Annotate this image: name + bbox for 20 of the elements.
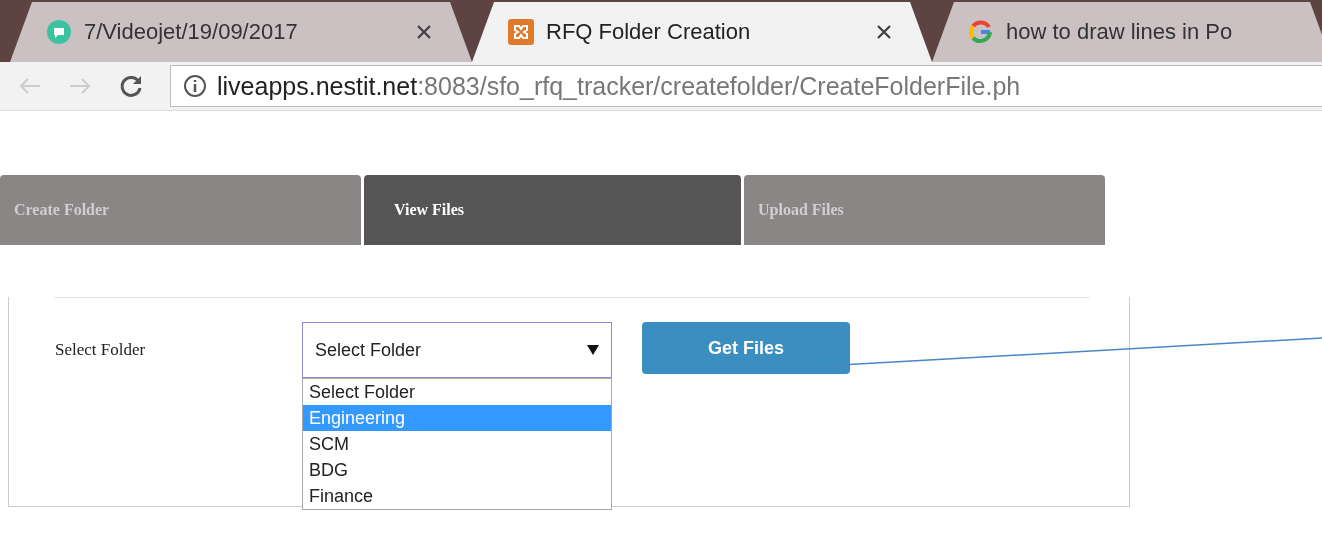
- reload-icon[interactable]: [118, 73, 144, 99]
- folder-select[interactable]: Select Folder: [302, 322, 612, 378]
- dropdown-option[interactable]: Select Folder: [303, 379, 611, 405]
- browser-tab[interactable]: how to draw lines in Po: [932, 2, 1322, 62]
- app-logo-icon: [508, 19, 534, 45]
- close-icon[interactable]: [876, 24, 892, 40]
- google-g-icon: [968, 19, 994, 45]
- url-field[interactable]: liveapps.nestit.net:8083/sfo_rfq_tracker/createfolder/CreateFolderFile.ph: [170, 65, 1322, 107]
- field-label: Select Folder: [55, 339, 147, 360]
- dropdown-caret-icon: [587, 345, 599, 355]
- close-icon[interactable]: [416, 24, 432, 40]
- dropdown-option[interactable]: SCM: [303, 431, 611, 457]
- page-tab[interactable]: View Files: [364, 175, 741, 245]
- browser-tab[interactable]: 7/Videojet/19/09/2017: [10, 2, 472, 62]
- get-files-button[interactable]: Get Files: [642, 322, 850, 374]
- chat-bubble-icon: [46, 19, 72, 45]
- browser-tab[interactable]: RFQ Folder Creation: [472, 2, 932, 62]
- dropdown-option[interactable]: BDG: [303, 457, 611, 483]
- dropdown-option[interactable]: Finance: [303, 483, 611, 509]
- info-icon[interactable]: [183, 74, 207, 98]
